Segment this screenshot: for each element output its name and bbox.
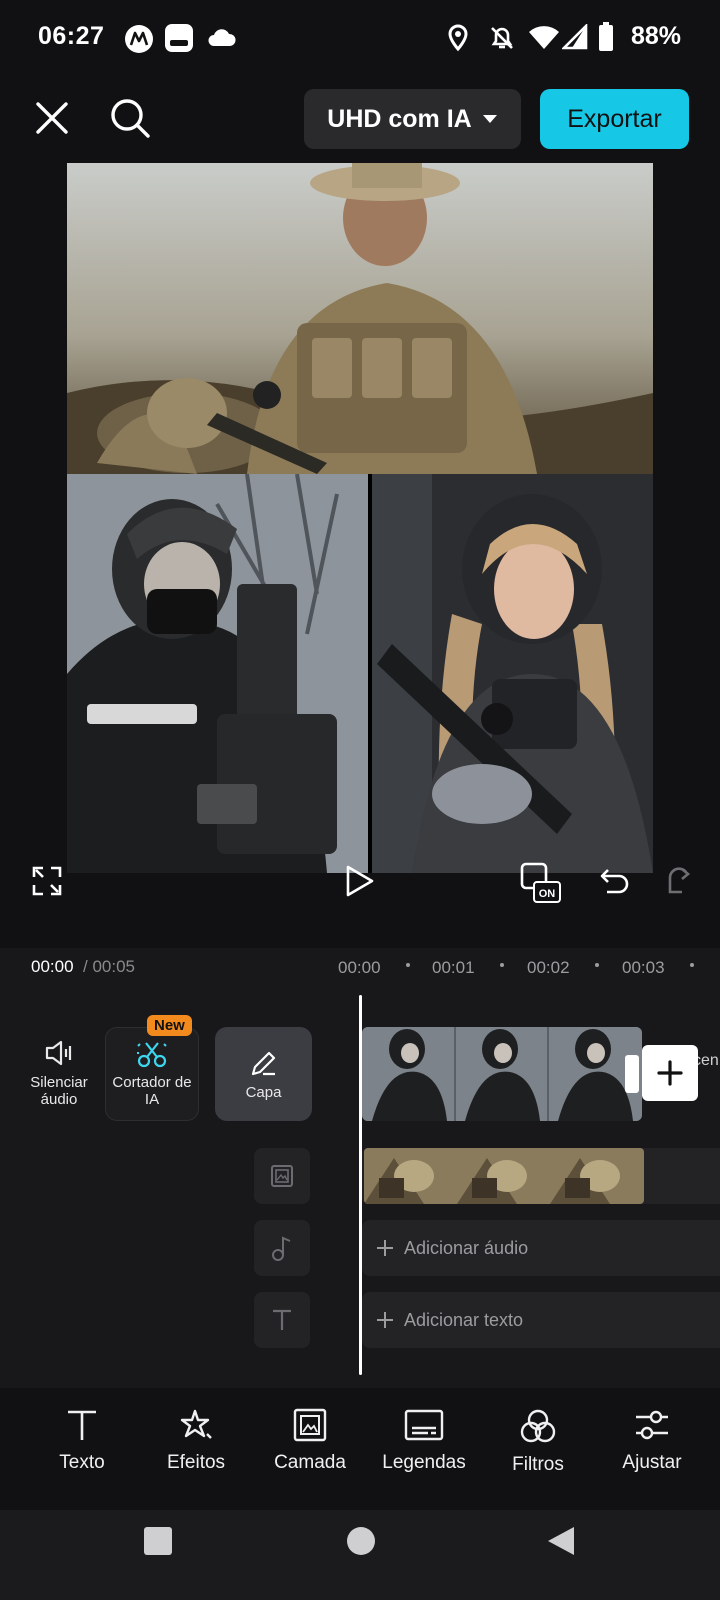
playhead[interactable] [359,995,362,1375]
overlay-icon [270,1164,294,1188]
mute-audio-label: Silenciar áudio [30,1074,88,1108]
quality-label: UHD com IA [327,104,472,133]
text-icon [65,1408,99,1452]
ruler-dot [595,963,599,967]
search-icon[interactable] [108,96,152,140]
cover-label: Capa [245,1083,282,1101]
filters-icon [519,1408,557,1454]
toolbar-adjust-label: Ajustar [622,1452,682,1473]
cover-button[interactable]: Capa [215,1027,312,1121]
current-time: 00:00 [31,957,74,976]
ruler-dot [690,963,694,967]
layer-icon [293,1408,327,1452]
ruler-label: 00:01 [432,958,475,977]
status-time: 06:27 [38,22,105,50]
toolbar-filters-label: Filtros [512,1454,564,1475]
battery-icon [598,22,614,52]
add-audio-button[interactable]: Adicionar áudio [362,1220,720,1276]
toolbar-text[interactable]: Texto [27,1408,137,1474]
quality-dropdown[interactable]: UHD com IA [304,89,521,149]
wifi-icon [528,24,560,50]
redo-icon[interactable] [666,866,694,898]
ruler-dot [500,963,504,967]
system-nav-bar [0,1510,720,1600]
preview-image-top [67,163,653,474]
add-text-button[interactable]: Adicionar texto [362,1292,720,1348]
toolbar-effects[interactable]: Efeitos [141,1408,251,1474]
add-text-label: Adicionar texto [404,1309,524,1330]
location-icon [447,24,469,52]
ruler-label: 00:03 [622,958,665,977]
ai-scissors-icon [136,1040,168,1068]
text-icon [270,1308,294,1332]
overlay-clip[interactable] [364,1148,644,1204]
toolbar-filters[interactable]: Filtros [483,1408,593,1476]
ruler-label: 00:02 [527,958,570,977]
speaker-icon [44,1040,74,1066]
mute-audio-button[interactable]: Silenciar áudio [20,1027,98,1121]
signal-icon [562,24,588,50]
add-audio-label: Adicionar áudio [404,1237,529,1258]
ai-cutter-button[interactable]: New Cortador de IA [105,1015,199,1121]
plus-icon [376,1311,394,1329]
status-bar: 06:27 88% [0,0,720,76]
on-toggle-icon[interactable]: ON [520,860,562,904]
audio-track-button[interactable] [254,1220,310,1276]
toolbar-captions-label: Legendas [382,1452,466,1473]
text-track-button[interactable] [254,1292,310,1348]
toolbar-layer-label: Camada [274,1452,346,1473]
fullscreen-icon[interactable] [32,866,62,896]
undo-icon[interactable] [599,866,631,898]
toolbar-layer[interactable]: Camada [255,1408,365,1474]
motorola-icon [124,24,154,54]
pencil-icon [249,1048,279,1078]
battery-percentage: 88% [631,22,682,50]
back-triangle-icon[interactable] [546,1525,576,1557]
bell-off-icon [488,24,516,52]
preview-image-bottom-left [67,474,368,873]
media-icon [164,23,194,53]
effects-star-icon [179,1408,213,1452]
new-badge: New [147,1015,192,1036]
toolbar-adjust[interactable]: Ajustar [597,1408,707,1474]
cloud-icon [206,27,236,47]
plus-icon [657,1060,683,1086]
toolbar-text-label: Texto [59,1452,105,1473]
clip-end-handle[interactable] [625,1055,639,1093]
add-clip-button[interactable] [642,1045,698,1101]
home-circle-icon[interactable] [346,1526,376,1556]
export-button[interactable]: Exportar [540,89,689,149]
plus-icon [376,1239,394,1257]
toolbar-effects-label: Efeitos [166,1452,226,1473]
ai-cutter-label: Cortador de IA [112,1074,192,1108]
ruler-dot [406,963,410,967]
captions-icon [404,1408,444,1452]
total-time: / 00:05 [83,957,135,976]
music-note-icon [271,1235,293,1261]
preview-image-bottom-right [372,474,653,873]
toolbar-captions[interactable]: Legendas [369,1408,479,1474]
close-icon[interactable] [32,98,72,138]
recents-square-icon[interactable] [143,1526,173,1556]
ruler-label: 00:00 [338,958,381,977]
video-preview[interactable] [67,163,653,873]
adjust-icon [634,1408,670,1452]
play-icon[interactable] [345,864,375,898]
overlay-track-button[interactable] [254,1148,310,1204]
caret-down-icon [482,114,498,124]
on-label: ON [539,888,556,900]
video-clip-main[interactable] [362,1027,642,1121]
